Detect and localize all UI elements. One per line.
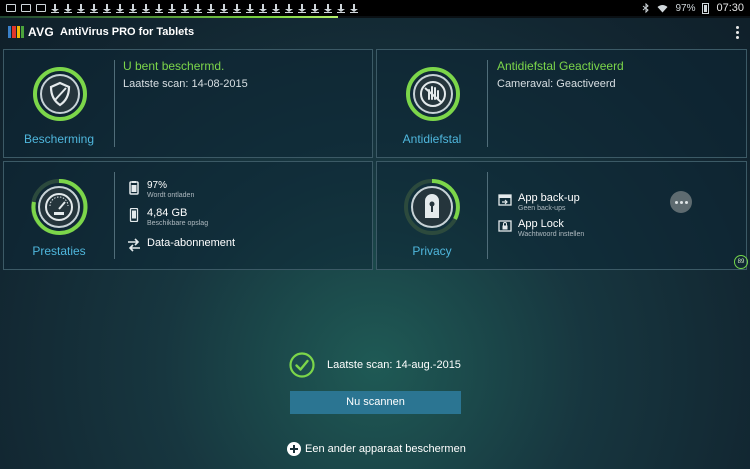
shield-icon [33, 67, 87, 121]
battery-percent: 97% [675, 2, 696, 14]
download-icon [194, 3, 202, 13]
download-icon [350, 3, 358, 13]
download-icon [155, 3, 163, 13]
last-scan-status: Laatste scan: 14-aug.-2015 [289, 352, 461, 378]
privacy-label: Privacy [412, 244, 452, 258]
system-icons: 97% 07:30 [642, 2, 744, 14]
app-lock-row[interactable]: App Lock Wachtwoord instellen [498, 218, 584, 238]
download-icon [337, 3, 345, 13]
lock-icon [404, 179, 460, 235]
data-plan-label: Data-abonnement [147, 237, 236, 249]
avg-logo-icon [8, 26, 24, 38]
keyboard-icon [36, 4, 46, 12]
image-icon [21, 4, 31, 12]
battery-icon [129, 181, 139, 195]
app-logo: AVG [28, 25, 55, 39]
privacy-card[interactable]: Privacy App back-up Geen back-ups App Lo… [376, 161, 748, 270]
bluetooth-icon [643, 2, 650, 13]
privacy-more-button[interactable] [670, 191, 692, 213]
stop-hand-icon [406, 67, 460, 121]
download-icon [64, 3, 72, 13]
antitheft-label: Antidiefstal [402, 132, 462, 146]
download-icon [233, 3, 241, 13]
battery-sub: Wordt ontladen [147, 192, 195, 199]
battery-row[interactable]: 97% Wordt ontladen [127, 180, 194, 199]
download-icon [77, 3, 85, 13]
performance-ring [30, 178, 88, 236]
app-backup-row[interactable]: App back-up Geen back-ups [498, 192, 580, 212]
download-icon [272, 3, 280, 13]
download-icon [103, 3, 111, 13]
protect-other-device-link[interactable]: Een ander apparaat beschermen [287, 442, 466, 456]
clock: 07:30 [716, 2, 744, 14]
notification-icons [6, 3, 358, 13]
privacy-score-badge: 89 [734, 255, 748, 269]
storage-sub: Beschikbare opslag [147, 220, 209, 227]
download-icon [51, 3, 59, 13]
antitheft-card[interactable]: Antidiefstal Antidiefstal Geactiveerd Ca… [376, 49, 747, 158]
download-icon [285, 3, 293, 13]
protect-other-device-label: Een ander apparaat beschermen [305, 443, 466, 455]
antitheft-status-sub: Cameraval: Geactiveerd [497, 78, 616, 90]
performance-label: Prestaties [32, 244, 86, 258]
app-lock-sub: Wachtwoord instellen [518, 231, 585, 238]
battery-icon [702, 2, 710, 14]
performance-card[interactable]: Prestaties 97% Wordt ontladen 4,84 GB Be… [3, 161, 373, 270]
download-icon [142, 3, 150, 13]
mail-icon [6, 4, 16, 12]
last-scan-text: Laatste scan: 14-aug.-2015 [327, 359, 461, 371]
overflow-menu-button[interactable] [732, 24, 742, 40]
check-circle-icon [289, 352, 315, 378]
battery-value: 97% [147, 180, 168, 191]
download-icon [220, 3, 228, 13]
protection-label: Bescherming [23, 132, 95, 146]
download-icon [116, 3, 124, 13]
download-icon [259, 3, 267, 13]
app-backup-label: App back-up [518, 192, 580, 204]
download-icon [90, 3, 98, 13]
app-bar: AVG AntiVirus PRO for Tablets [0, 18, 750, 46]
download-icon [246, 3, 254, 13]
protection-card[interactable]: Bescherming U bent beschermd. Laatste sc… [3, 49, 373, 158]
download-icon [324, 3, 332, 13]
backup-icon [498, 194, 512, 206]
storage-row[interactable]: 4,84 GB Beschikbare opslag [127, 207, 208, 227]
phone-storage-icon [129, 208, 139, 222]
app-title: AntiVirus PRO for Tablets [60, 26, 195, 38]
download-icon [181, 3, 189, 13]
download-icon [298, 3, 306, 13]
speedometer-icon [31, 178, 88, 235]
add-circle-icon [287, 442, 301, 456]
protection-status-title: U bent beschermd. [123, 59, 225, 73]
download-icon [207, 3, 215, 13]
download-icon [168, 3, 176, 13]
scan-now-button[interactable]: Nu scannen [290, 391, 461, 414]
protection-ring [32, 66, 88, 122]
download-icon [129, 3, 137, 13]
storage-value: 4,84 GB [147, 207, 188, 219]
download-icon [311, 3, 319, 13]
antitheft-status-title: Antidiefstal Geactiveerd [497, 59, 624, 73]
protection-status-sub: Laatste scan: 14-08-2015 [123, 78, 248, 90]
data-plan-row[interactable]: Data-abonnement [127, 237, 235, 252]
antitheft-ring [405, 66, 461, 122]
app-lock-icon [498, 220, 512, 232]
data-transfer-icon [128, 238, 140, 252]
app-backup-sub: Geen back-ups [518, 205, 566, 212]
status-bar: 97% 07:30 [0, 0, 750, 16]
wifi-icon [657, 4, 668, 12]
privacy-ring [403, 178, 461, 236]
app-lock-label: App Lock [518, 218, 564, 230]
